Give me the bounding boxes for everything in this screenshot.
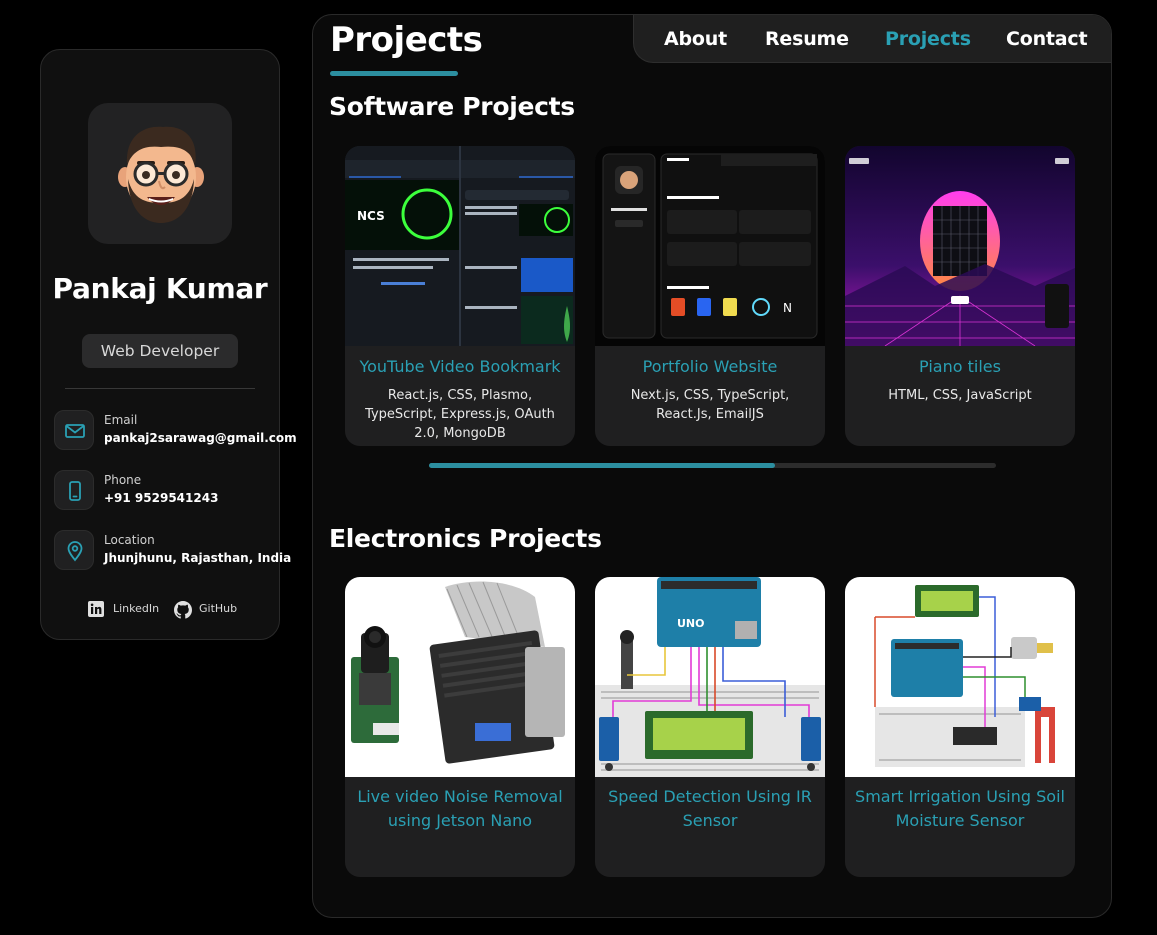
youtube-bookmark-screenshot: NCS <box>345 146 575 346</box>
speed-detection-diagram: UNO <box>595 577 825 777</box>
location-icon-box <box>54 530 94 570</box>
software-section-title: Software Projects <box>329 92 575 121</box>
linkedin-label: LinkedIn <box>113 602 160 615</box>
mail-icon <box>65 424 85 438</box>
email-link[interactable]: pankaj2sarawag@gmail.com <box>104 431 297 445</box>
project-title: Smart Irrigation Using Soil Moisture Sen… <box>855 787 1065 830</box>
linkedin-icon <box>88 601 104 617</box>
scrollbar-thumb[interactable] <box>429 463 775 468</box>
project-card-youtube-bookmark[interactable]: NCS YouTube Video Bookmark React.js, CSS… <box>345 146 575 446</box>
software-carousel-scrollbar[interactable] <box>429 463 996 468</box>
project-card-speed-detection[interactable]: UNO Speed Detection Using IR Sensor <box>595 577 825 877</box>
svg-text:NCS: NCS <box>357 209 385 223</box>
role-badge: Web Developer <box>82 334 238 368</box>
svg-text:N: N <box>783 301 792 315</box>
navbar: About Resume Projects Contact <box>633 15 1111 63</box>
nav-contact[interactable]: Contact <box>1006 28 1088 50</box>
contact-location: Location Jhunjhunu, Rajasthan, India <box>54 530 291 572</box>
electronics-section-title: Electronics Projects <box>329 524 602 553</box>
page-title: Projects <box>330 20 483 60</box>
phone-icon-box <box>54 470 94 510</box>
main-panel: Projects About Resume Projects Contact S… <box>312 14 1112 918</box>
profile-name: Pankaj Kumar <box>52 272 268 305</box>
contact-email: Email pankaj2sarawag@gmail.com <box>54 410 297 452</box>
nav-resume[interactable]: Resume <box>765 28 849 50</box>
project-title: Live video Noise Removal using Jetson Na… <box>357 787 563 830</box>
memoji-avatar-icon <box>118 126 204 223</box>
location-value: Jhunjhunu, Rajasthan, India <box>104 551 292 565</box>
mail-icon-box <box>54 410 94 450</box>
project-title: YouTube Video Bookmark <box>359 357 561 376</box>
email-label: Email <box>104 413 138 427</box>
location-label: Location <box>104 533 155 547</box>
project-card-portfolio[interactable]: N Portfolio Website Next.js, CSS, TypeSc… <box>595 146 825 446</box>
project-title: Portfolio Website <box>642 357 778 376</box>
project-tech: Next.js, CSS, TypeScript, React.Js, Emai… <box>630 388 790 422</box>
project-tech: React.js, CSS, Plasmo, TypeScript, Expre… <box>365 388 555 441</box>
project-card-jetson-nano[interactable]: Live video Noise Removal using Jetson Na… <box>345 577 575 877</box>
title-underline <box>330 71 458 76</box>
project-card-smart-irrigation[interactable]: Smart Irrigation Using Soil Moisture Sen… <box>845 577 1075 877</box>
location-pin-icon <box>67 541 83 562</box>
project-title: Piano tiles <box>919 357 1001 376</box>
phone-icon <box>69 481 81 501</box>
nav-projects[interactable]: Projects <box>885 28 971 50</box>
phone-label: Phone <box>104 473 142 487</box>
portfolio-screenshot: N <box>595 146 825 346</box>
project-title: Speed Detection Using IR Sensor <box>608 787 812 830</box>
smart-irrigation-diagram <box>845 577 1075 777</box>
contact-phone: Phone +91 9529541243 <box>54 470 278 512</box>
piano-tiles-screenshot <box>845 146 1075 346</box>
github-label: GitHub <box>199 602 238 615</box>
sidebar-divider <box>65 388 255 389</box>
project-card-piano-tiles[interactable]: Piano tiles HTML, CSS, JavaScript <box>845 146 1075 446</box>
jetson-nano-photo <box>345 577 575 777</box>
phone-link[interactable]: +91 9529541243 <box>104 491 218 505</box>
github-icon <box>174 601 192 619</box>
svg-text:UNO: UNO <box>677 617 705 630</box>
profile-sidebar: Pankaj Kumar Web Developer Email pankaj2… <box>40 49 297 640</box>
project-tech: HTML, CSS, JavaScript <box>888 388 1032 403</box>
avatar <box>88 103 232 244</box>
nav-about[interactable]: About <box>664 28 727 50</box>
